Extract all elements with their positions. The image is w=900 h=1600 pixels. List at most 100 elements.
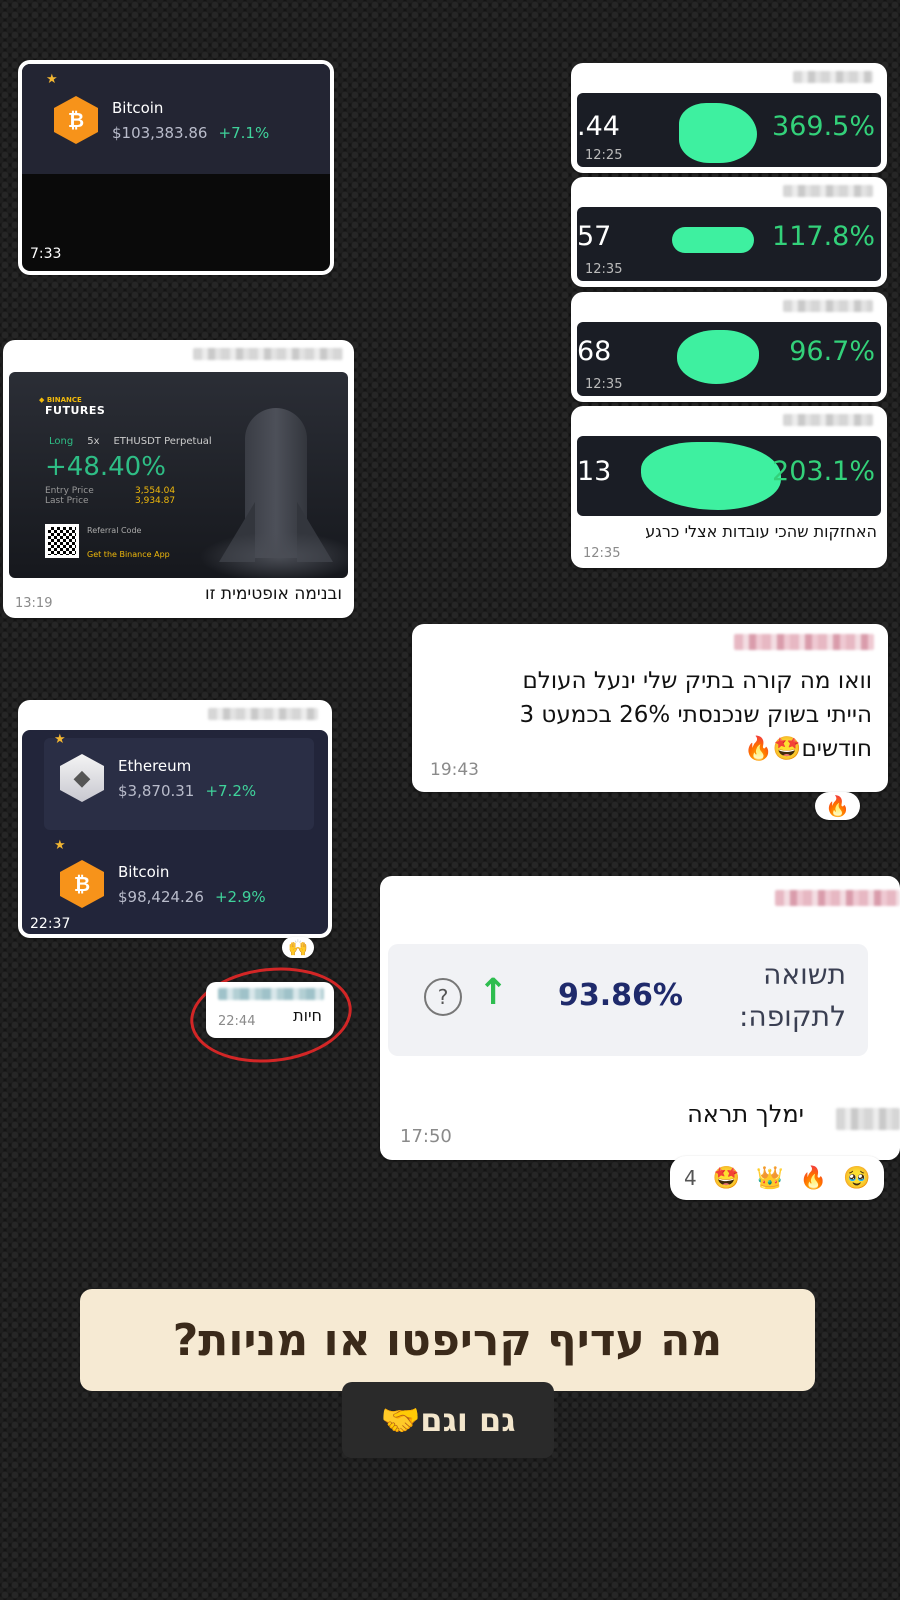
arrow-up-icon: ↑ bbox=[478, 972, 509, 1013]
message-time: 12:35 bbox=[585, 262, 623, 277]
message-time: 17:50 bbox=[400, 1126, 452, 1147]
sender-name-blurred bbox=[783, 300, 873, 312]
message-time: 12:25 bbox=[585, 148, 623, 163]
sender-name-blurred bbox=[208, 708, 318, 720]
side-label: Long bbox=[49, 436, 74, 447]
entry-price-label: Entry Price bbox=[45, 486, 94, 496]
stocks-message-4[interactable]: 13 203.1% האחזקות שהכי עובדות אצלי כרגע … bbox=[571, 406, 887, 568]
mention-blurred bbox=[836, 1108, 900, 1130]
crown-icon: 👑 bbox=[756, 1165, 784, 1191]
reaction-badge[interactable]: 🔥 bbox=[815, 792, 860, 820]
entry-price-value: 3,554.04 bbox=[135, 486, 176, 496]
last-price-label: Last Price bbox=[45, 496, 89, 506]
bitcoin-row: ₿ Bitcoin $98,424.26 +2.9% bbox=[60, 860, 266, 908]
portfolio-message[interactable]: וואו מה קורה בתיק שלי ינעל העולם הייתי ב… bbox=[412, 624, 888, 792]
coin-name: Bitcoin bbox=[118, 862, 170, 881]
fire-icon: 🔥 bbox=[825, 794, 850, 818]
sender-name-blurred bbox=[218, 988, 324, 1000]
message-line: וואו מה קורה בתיק שלי ינעל העולם bbox=[522, 668, 872, 694]
stock-row: 13 203.1% bbox=[577, 436, 881, 516]
star-struck-icon: 🤩 bbox=[712, 1165, 741, 1191]
leverage-label: 5x bbox=[87, 436, 100, 447]
binance-logo: ◆ BINANCE bbox=[39, 396, 82, 404]
bitcoin-row: ₿ Bitcoin $103,383.86 +7.1% bbox=[54, 96, 269, 144]
message-time: 7:33 bbox=[30, 246, 62, 262]
message-time: 22:44 bbox=[218, 1014, 256, 1029]
pair-label: ETHUSDT Perpetual bbox=[113, 436, 212, 447]
binance-message[interactable]: ◆ BINANCE FUTURES Long 5x ETHUSDT Perpet… bbox=[3, 340, 354, 618]
coin-price: $3,870.31 bbox=[118, 781, 195, 800]
reaction-count: 4 bbox=[684, 1166, 697, 1190]
help-icon[interactable]: ? bbox=[424, 978, 462, 1016]
message-line: חודשים🤩🔥 bbox=[744, 736, 872, 762]
bitcoin-icon: ₿ bbox=[54, 96, 98, 144]
coin-price: $98,424.26 bbox=[118, 887, 204, 906]
reaction-badges[interactable]: 🥹 🔥 👑 🤩 4 bbox=[670, 1156, 885, 1200]
redaction-scribble bbox=[679, 103, 757, 163]
stock-value: 68 bbox=[577, 336, 612, 367]
bitcoin-icon: ₿ bbox=[60, 860, 104, 908]
return-label: תשואה לתקופה: bbox=[739, 954, 846, 1038]
return-label-line: לתקופה: bbox=[738, 1000, 846, 1033]
ethereum-row: ◆ Ethereum $3,870.31 +7.2% bbox=[60, 754, 256, 802]
coin-price: $103,383.86 bbox=[112, 123, 208, 142]
favorite-star-icon: ★ bbox=[54, 838, 66, 853]
small-message[interactable]: חיות 22:44 bbox=[206, 982, 334, 1038]
message-time: 22:37 bbox=[30, 916, 71, 932]
return-label-line: תשואה bbox=[763, 958, 846, 991]
stock-row: 68 96.7% 12:35 bbox=[577, 322, 881, 396]
sender-name-blurred bbox=[793, 71, 873, 83]
fire-icon: 🔥 bbox=[799, 1165, 827, 1191]
stock-row: .44 369.5% 12:25 bbox=[577, 93, 881, 167]
coin-change: +7.2% bbox=[205, 781, 257, 800]
stock-percent: 96.7% bbox=[789, 336, 875, 367]
message-time: 12:35 bbox=[583, 546, 621, 561]
stock-value: .44 bbox=[577, 111, 620, 142]
bitcoin-message[interactable]: ★ ₿ Bitcoin $103,383.86 +7.1% 7:33 bbox=[18, 60, 334, 275]
crypto-two-message[interactable]: ★ ◆ Ethereum $3,870.31 +7.2% ★ ₿ Bitcoin… bbox=[18, 700, 332, 938]
binance-card: ◆ BINANCE FUTURES Long 5x ETHUSDT Perpet… bbox=[9, 372, 348, 578]
ethereum-icon: ◆ bbox=[60, 754, 104, 802]
message-time: 19:43 bbox=[430, 760, 479, 780]
message-line: הייתי בשוק שנכנסתי 26% בכמעט 3 bbox=[519, 702, 872, 728]
message-text: וואו מה קורה בתיק שלי ינעל העולם הייתי ב… bbox=[519, 664, 872, 766]
referral-label: Referral Code bbox=[87, 526, 142, 535]
futures-label: FUTURES bbox=[45, 404, 106, 417]
qr-code bbox=[45, 524, 79, 558]
favorite-star-icon: ★ bbox=[54, 732, 66, 747]
sender-name-blurred bbox=[734, 634, 874, 650]
message-text: האחזקות שהכי עובדות אצלי כרגע bbox=[645, 522, 877, 541]
bitcoin-screenshot: ★ ₿ Bitcoin $103,383.86 +7.1% 7:33 bbox=[22, 64, 330, 271]
position-info: Long 5x ETHUSDT Perpetual bbox=[49, 436, 212, 447]
return-value: 93.86% bbox=[558, 978, 683, 1013]
stocks-message-3[interactable]: 68 96.7% 12:35 bbox=[571, 292, 887, 402]
sender-name-blurred bbox=[783, 185, 873, 197]
message-text: ובנימה אופטימית זו bbox=[204, 584, 342, 604]
pleading-face-icon: 🥹 bbox=[842, 1165, 871, 1191]
get-app-label: Get the Binance App bbox=[87, 550, 170, 559]
message-text: ימלך תראה bbox=[687, 1100, 804, 1128]
stock-value: 13 bbox=[577, 456, 612, 487]
last-price-value: 3,934.87 bbox=[135, 496, 176, 506]
message-text: חיות bbox=[293, 1006, 322, 1025]
return-panel: תשואה לתקופה: 93.86% ↑ ? bbox=[388, 944, 868, 1056]
coin-change: +7.1% bbox=[218, 123, 270, 142]
stock-value: 57 bbox=[577, 221, 612, 252]
redaction-scribble bbox=[677, 330, 759, 384]
sender-name-blurred bbox=[775, 890, 900, 906]
redaction-scribble bbox=[672, 227, 754, 253]
return-message[interactable]: תשואה לתקופה: 93.86% ↑ ? ימלך תראה 17:50 bbox=[380, 876, 900, 1160]
coin-name: Bitcoin bbox=[112, 98, 164, 117]
headline-question: מה עדיף קריפטו או מניות? bbox=[80, 1289, 815, 1391]
coin-change: +2.9% bbox=[214, 887, 266, 906]
redaction-scribble bbox=[641, 442, 781, 510]
roi-value: +48.40% bbox=[45, 452, 166, 482]
sender-name-blurred bbox=[783, 414, 873, 426]
stock-percent: 117.8% bbox=[772, 221, 875, 252]
stock-percent: 369.5% bbox=[772, 111, 875, 142]
stocks-message-1[interactable]: .44 369.5% 12:25 bbox=[571, 63, 887, 173]
stock-percent: 203.1% bbox=[772, 456, 875, 487]
stocks-message-2[interactable]: 57 117.8% 12:35 bbox=[571, 177, 887, 287]
reaction-badge[interactable]: 🙌 bbox=[282, 937, 314, 958]
message-time: 13:19 bbox=[15, 596, 53, 611]
